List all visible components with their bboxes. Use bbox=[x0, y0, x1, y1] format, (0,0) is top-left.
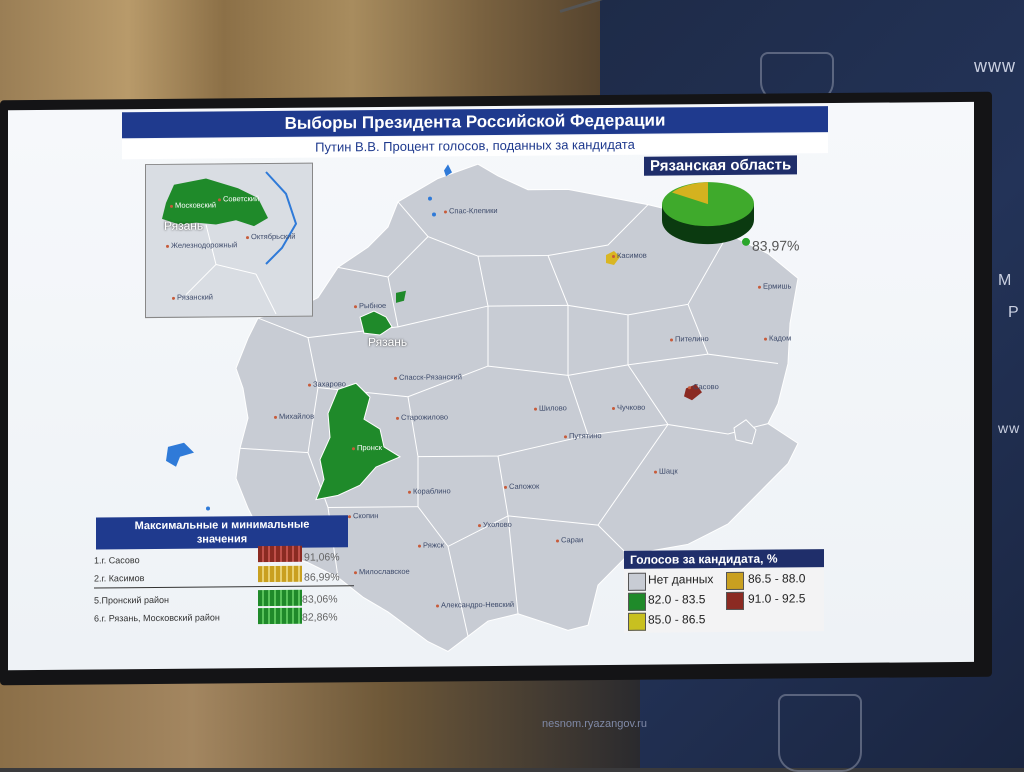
label-zakharovo: Захарово bbox=[308, 379, 346, 388]
lake-dot-1 bbox=[432, 212, 436, 217]
minmax-row-1-value: 91,06% bbox=[304, 551, 340, 564]
label-aleksandro-nevsky: Александро-Невский bbox=[436, 600, 514, 610]
pie-marker bbox=[742, 237, 750, 246]
minmax-row-3-label: 5.Пронский район bbox=[94, 594, 169, 606]
minmax-row-2-bar bbox=[258, 565, 302, 583]
label-putyatino: Путятино bbox=[564, 431, 602, 440]
banner-letter-r: Р bbox=[1008, 304, 1020, 321]
pie-value: 83,97% bbox=[752, 237, 800, 254]
legend-swatch-86-88 bbox=[726, 571, 744, 590]
minmax-title: Максимальные и минимальные значения bbox=[96, 515, 348, 550]
legend-swatch-82-83 bbox=[628, 592, 646, 611]
ryazan-inset-map: Московский Советский Рязань Железнодорож… bbox=[145, 162, 313, 319]
slide-screen: Выборы Президента Российской Федерации П… bbox=[8, 101, 974, 671]
minmax-row-1-label: 1.г. Сасово bbox=[94, 555, 140, 566]
legend-label-no-data: Нет данных bbox=[648, 572, 714, 587]
legend-swatch-85-86 bbox=[628, 612, 646, 631]
banner-letter-m: М bbox=[998, 272, 1013, 289]
minmax-row-1-bar bbox=[258, 545, 302, 563]
minmax-row-3-value: 83,06% bbox=[302, 593, 338, 606]
legend-swatch-91-92 bbox=[726, 591, 744, 610]
legend-label-82-83: 82.0 - 83.5 bbox=[648, 592, 706, 607]
minmax-row-4-label: 6.г. Рязань, Московский район bbox=[94, 612, 220, 624]
label-rybnoe: Рыбное bbox=[354, 301, 386, 310]
inset-label-ryazansky: Рязанский bbox=[172, 292, 213, 301]
label-skopin: Скопин bbox=[348, 511, 378, 520]
coat-of-arms-emblem-lower bbox=[778, 694, 862, 772]
banner-www-text-2: ww bbox=[998, 420, 1021, 436]
label-korablino: Кораблино bbox=[408, 486, 451, 495]
lake-west bbox=[166, 442, 194, 467]
label-sasovo: Сасово bbox=[688, 382, 719, 391]
label-pitelino: Пителино bbox=[670, 334, 709, 343]
label-ryazan-big: Рязань bbox=[368, 334, 408, 350]
inset-label-moskovsky: Московский bbox=[170, 200, 216, 209]
label-miloslavskoe: Милославское bbox=[354, 567, 410, 576]
lake-dot-3 bbox=[206, 506, 210, 511]
inset-label-oktyabrsky: Октябрьский bbox=[246, 232, 295, 241]
wall-curtain bbox=[0, 0, 640, 110]
label-starozhilovo: Старожилово bbox=[396, 412, 448, 421]
minmax-title-line2: значения bbox=[196, 533, 248, 546]
inset-label-sovetsky: Советский bbox=[218, 194, 259, 203]
minmax-row-2-value: 86,99% bbox=[304, 571, 340, 584]
minmax-row-2-label: 2.г. Касимов bbox=[94, 573, 145, 584]
inset-label-zheleznodorozhny: Железнодорожный bbox=[166, 240, 237, 250]
label-ryazhsk: Ряжск bbox=[418, 540, 444, 549]
banner-site-url: nesnom.ryazangov.ru bbox=[542, 718, 647, 730]
label-kadom: Кадом bbox=[764, 333, 791, 342]
legend-title: Голосов за кандидата, % bbox=[624, 549, 824, 569]
minmax-row-3-bar bbox=[258, 589, 302, 607]
legend-swatch-no-data bbox=[628, 572, 646, 591]
inset-label-ryazan: Рязань bbox=[164, 218, 204, 233]
label-spassk: Спасск-Рязанский bbox=[394, 372, 462, 382]
legend-label-85-86: 85.0 - 86.5 bbox=[648, 612, 706, 627]
lake-dot-2 bbox=[428, 196, 432, 201]
label-shilovo: Шилово bbox=[534, 403, 567, 412]
label-kasimov: Касимов bbox=[612, 251, 647, 260]
region-title: Рязанская область bbox=[644, 155, 798, 176]
label-ukholovo: Ухолово bbox=[478, 520, 512, 529]
label-mikhailov: Михайлов bbox=[274, 412, 314, 421]
pie-chart bbox=[662, 182, 754, 245]
label-shatsk: Шацк bbox=[654, 466, 678, 475]
label-chuchkovo: Чучково bbox=[612, 403, 645, 412]
banner-www-text: www bbox=[974, 56, 1016, 76]
legend-label-91-92: 91.0 - 92.5 bbox=[748, 591, 806, 606]
label-sarai: Сараи bbox=[556, 535, 583, 544]
minmax-row-4-bar bbox=[258, 607, 302, 625]
legend-label-86-88: 86.5 - 88.0 bbox=[748, 571, 806, 586]
tv-monitor: Выборы Президента Российской Федерации П… bbox=[0, 91, 992, 686]
label-ermish: Ермишь bbox=[758, 281, 791, 290]
label-spas-klepiki: Спас-Клепики bbox=[444, 206, 498, 215]
label-sapozhok: Сапожок bbox=[504, 482, 539, 491]
inset-river bbox=[265, 171, 298, 265]
minmax-row-4-value: 82,86% bbox=[302, 611, 338, 624]
label-pronsk: Пронск bbox=[352, 443, 382, 452]
